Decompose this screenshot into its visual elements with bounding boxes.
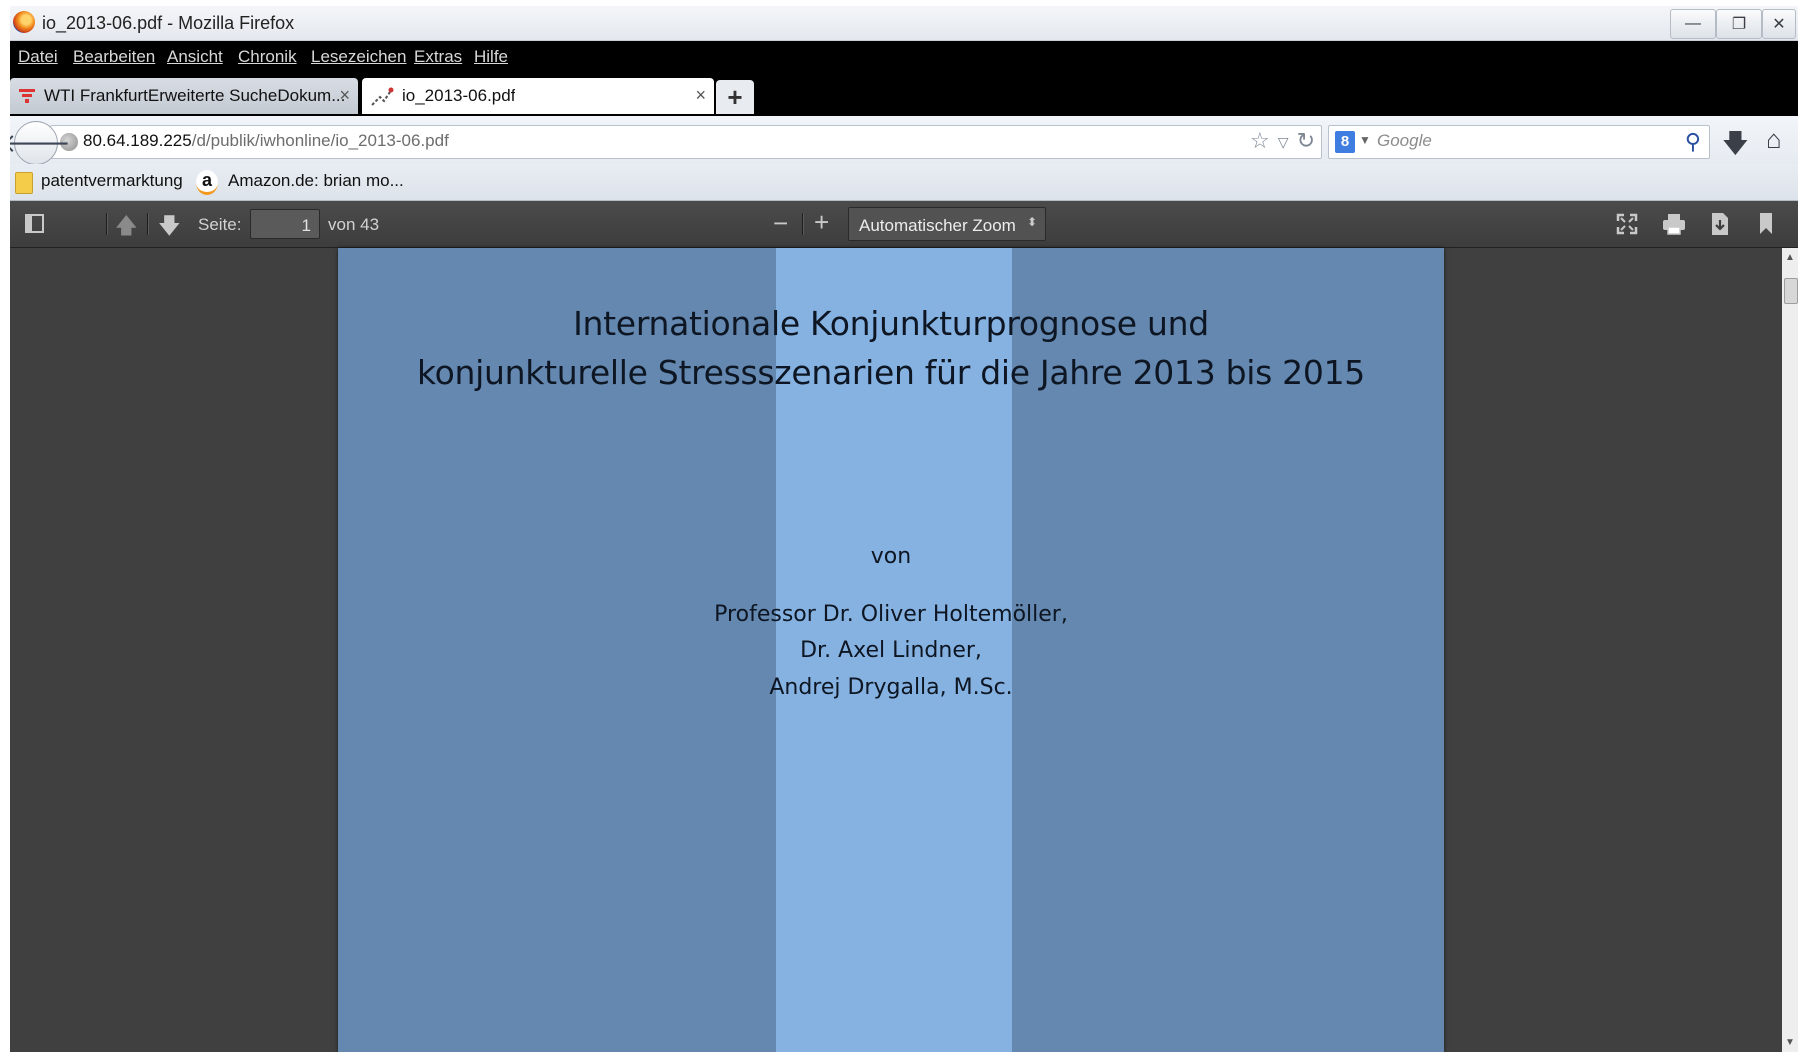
- url-path: /d/publik/iwhonline/io_2013-06.pdf: [191, 131, 449, 150]
- menu-bearbeiten[interactable]: Bearbeiten: [73, 47, 155, 67]
- tab-bar: WTI FrankfurtErweiterte SucheDokum... × …: [10, 73, 1798, 116]
- minimize-button[interactable]: —: [1670, 9, 1716, 39]
- search-engine-dropdown-icon[interactable]: ▼: [1359, 133, 1371, 147]
- document-author-3: Andrej Drygalla, M.Sc.: [769, 675, 1013, 700]
- tab-label: io_2013-06.pdf: [402, 86, 516, 105]
- pdf-toolbar: 🡅 🡇 Seite: 1 von 43 − + Automatischer Zo…: [10, 201, 1798, 248]
- search-bar[interactable]: 8 ▼ Google ⚲: [1328, 125, 1710, 159]
- bookmark-patentvermarktung[interactable]: patentvermarktung: [41, 171, 183, 191]
- amazon-icon: a: [196, 170, 218, 195]
- menu-lesezeichen[interactable]: Lesezeichen: [311, 47, 406, 67]
- title-bar: io_2013-06.pdf - Mozilla Firefox — ❐ ✕: [10, 6, 1798, 41]
- tab-io-pdf[interactable]: io_2013-06.pdf ×: [362, 78, 714, 114]
- back-button[interactable]: 🡐: [10, 121, 71, 165]
- google-search-engine-icon[interactable]: 8: [1335, 131, 1355, 153]
- firefox-window: io_2013-06.pdf - Mozilla Firefox — ❐ ✕ D…: [10, 6, 1798, 1052]
- page-label: Seite:: [198, 215, 242, 234]
- firefox-logo-icon: [13, 11, 35, 33]
- bookmark-star-icon[interactable]: ☆: [1250, 128, 1270, 154]
- zoom-in-button[interactable]: +: [814, 207, 829, 238]
- window-title: io_2013-06.pdf - Mozilla Firefox: [42, 13, 295, 33]
- scroll-down-icon[interactable]: ▼: [1785, 1037, 1795, 1048]
- pdf-page: Internationale Konjunkturprognose und ko…: [338, 248, 1444, 1052]
- page-number-input[interactable]: 1: [250, 209, 320, 239]
- select-arrows-icon: ⬍: [1026, 215, 1037, 229]
- toolbar-separator: [802, 213, 804, 235]
- print-icon[interactable]: [1662, 213, 1686, 235]
- menu-hilfe[interactable]: Hilfe: [474, 47, 508, 67]
- toolbar-separator: [106, 213, 108, 235]
- vertical-scrollbar[interactable]: ▲ ▼: [1782, 248, 1798, 1052]
- zoom-out-button[interactable]: −: [773, 208, 788, 239]
- toolbar-separator: [147, 213, 149, 235]
- scrollbar-thumb[interactable]: [1784, 278, 1798, 304]
- url-bar[interactable]: 80.64.189.225/d/publik/iwhonline/io_2013…: [50, 125, 1322, 159]
- search-input[interactable]: Google: [1377, 131, 1432, 151]
- tab-wti-frankfurt[interactable]: WTI FrankfurtErweiterte SucheDokum... ×: [10, 78, 358, 114]
- history-dropdown-icon[interactable]: ▽: [1278, 134, 1289, 154]
- tab-close-icon[interactable]: ×: [339, 85, 350, 106]
- bookmark-view-icon[interactable]: [1758, 212, 1774, 236]
- menu-ansicht[interactable]: Ansicht: [167, 47, 223, 67]
- bookmarks-toolbar: patentvermarktung a Amazon.de: brian mo.…: [10, 164, 1798, 201]
- previous-page-icon[interactable]: 🡅: [115, 209, 138, 247]
- close-window-button[interactable]: ✕: [1762, 9, 1796, 39]
- menu-datei[interactable]: Datei: [18, 47, 58, 67]
- tab-label: WTI FrankfurtErweiterte SucheDokum...: [44, 86, 344, 105]
- url-text[interactable]: 80.64.189.225/d/publik/iwhonline/io_2013…: [83, 131, 449, 151]
- wti-favicon-icon: [19, 89, 35, 103]
- pdf-favicon-icon: [371, 87, 394, 106]
- reload-icon[interactable]: ↻: [1297, 128, 1315, 154]
- menu-extras[interactable]: Extras: [414, 47, 462, 67]
- page-total: von 43: [328, 215, 380, 234]
- scroll-up-icon[interactable]: ▲: [1785, 252, 1795, 263]
- zoom-select-value: Automatischer Zoom: [859, 216, 1016, 235]
- pdf-viewer[interactable]: Internationale Konjunkturprognose und ko…: [10, 248, 1782, 1052]
- menu-bar: Datei Bearbeiten Ansicht Chronik Lesezei…: [10, 41, 1798, 73]
- folder-icon: [15, 172, 33, 194]
- document-author-2: Dr. Axel Lindner,: [800, 638, 982, 663]
- navigation-bar: 80.64.189.225/d/publik/iwhonline/io_2013…: [10, 116, 1798, 165]
- bookmark-amazon[interactable]: Amazon.de: brian mo...: [228, 171, 404, 191]
- tab-close-icon[interactable]: ×: [695, 85, 706, 106]
- download-pdf-icon[interactable]: [1710, 212, 1730, 236]
- restore-button[interactable]: ❐: [1716, 9, 1762, 39]
- zoom-select[interactable]: Automatischer Zoom ⬍: [848, 207, 1046, 241]
- back-arrow-icon: 🡐: [10, 127, 71, 158]
- url-bar-icons: ☆ ▽ ↻: [1250, 128, 1315, 154]
- document-title-line-2: konjunkturelle Stressszenarien für die J…: [417, 353, 1365, 392]
- new-tab-button[interactable]: +: [716, 80, 754, 114]
- presentation-mode-icon[interactable]: [1616, 213, 1638, 235]
- url-host: 80.64.189.225: [83, 131, 192, 150]
- sidebar-toggle-icon[interactable]: [24, 213, 46, 235]
- document-by: von: [870, 544, 912, 569]
- search-magnifier-icon[interactable]: ⚲: [1685, 129, 1701, 155]
- menu-chronik[interactable]: Chronik: [238, 47, 297, 67]
- next-page-icon[interactable]: 🡇: [158, 209, 181, 247]
- download-icon[interactable]: 🡇: [1722, 125, 1749, 169]
- document-title-line-1: Internationale Konjunkturprognose und: [573, 304, 1209, 343]
- document-author-1: Professor Dr. Oliver Holtemöller,: [714, 602, 1068, 627]
- home-icon[interactable]: ⌂: [1766, 124, 1782, 155]
